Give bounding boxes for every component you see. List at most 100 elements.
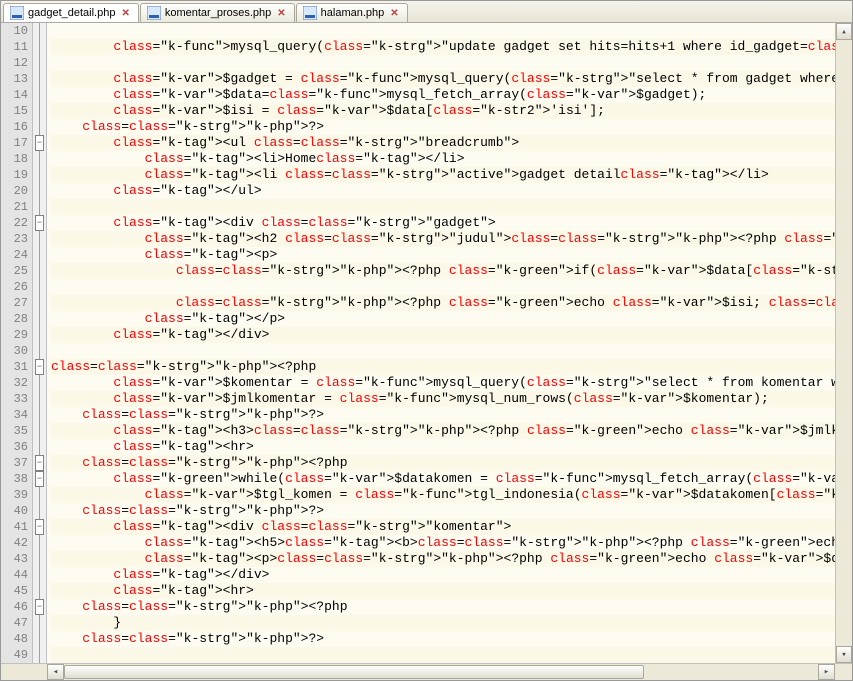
- code-line[interactable]: class="k-tag"><div class=class="k-strg">…: [51, 519, 835, 535]
- code-line[interactable]: class="k-tag"></div>: [51, 327, 835, 343]
- code-line[interactable]: class=class="k-strg">"k-php">?>: [51, 631, 835, 647]
- horizontal-scrollbar[interactable]: ◂ ▸: [47, 664, 852, 680]
- code-line[interactable]: class="k-var">$tgl_komen = class="k-func…: [51, 487, 835, 503]
- scroll-track[interactable]: [64, 664, 818, 680]
- fold-guide: [39, 487, 40, 503]
- line-number: 23: [1, 231, 28, 247]
- code-line[interactable]: class="k-var">$isi = class="k-var">$data…: [51, 103, 835, 119]
- code-line[interactable]: class=class="k-strg">"k-php">?>: [51, 407, 835, 423]
- code-line[interactable]: class="k-tag"><p>class=class="k-strg">"k…: [51, 551, 835, 567]
- code-line[interactable]: class=class="k-strg">"k-php"><?php: [51, 599, 835, 615]
- fold-guide: [39, 23, 40, 39]
- fold-guide: [39, 375, 40, 391]
- code-line[interactable]: [51, 279, 835, 295]
- line-number: 49: [1, 647, 28, 663]
- code-line[interactable]: class="k-var">$komentar = class="k-func"…: [51, 375, 835, 391]
- code-line[interactable]: class="k-tag"></div>: [51, 567, 835, 583]
- code-line[interactable]: class=class="k-strg">"k-php">?>: [51, 503, 835, 519]
- code-line[interactable]: class="k-var">$data=class="k-func">mysql…: [51, 87, 835, 103]
- fold-guide: [39, 551, 40, 567]
- close-icon[interactable]: ✕: [388, 8, 400, 19]
- line-number: 38: [1, 471, 28, 487]
- fold-guide: [39, 279, 40, 295]
- tab-label: gadget_detail.php: [28, 7, 115, 19]
- code-line[interactable]: class="k-tag"><li class=class="k-strg">"…: [51, 167, 835, 183]
- scroll-up-button[interactable]: ▴: [836, 23, 852, 40]
- code-line[interactable]: class="k-tag"><div class=class="k-strg">…: [51, 215, 835, 231]
- fold-guide: [39, 535, 40, 551]
- code-line[interactable]: class="k-tag"></p>: [51, 311, 835, 327]
- code-line[interactable]: class=class="k-strg">"k-php"><?php class…: [51, 263, 835, 279]
- scroll-track[interactable]: [836, 40, 852, 646]
- code-line[interactable]: class="k-tag"><ul class=class="k-strg">"…: [51, 135, 835, 151]
- fold-toggle[interactable]: −: [35, 599, 44, 615]
- line-number: 30: [1, 343, 28, 359]
- fold-toggle[interactable]: −: [35, 471, 44, 487]
- fold-guide: [39, 39, 40, 55]
- fold-guide: [39, 615, 40, 631]
- scroll-down-button[interactable]: ▾: [836, 646, 852, 663]
- tab-halaman[interactable]: halaman.php ✕: [296, 3, 408, 22]
- fold-toggle[interactable]: −: [35, 519, 44, 535]
- code-line[interactable]: class="k-tag"><h3>class=class="k-strg">"…: [51, 423, 835, 439]
- line-number: 28: [1, 311, 28, 327]
- code-line[interactable]: class="k-tag"><h2 class=class="k-strg">"…: [51, 231, 835, 247]
- code-line[interactable]: class="k-var">$jmlkomentar = class="k-fu…: [51, 391, 835, 407]
- code-line[interactable]: class=class="k-strg">"k-php"><?php class…: [51, 295, 835, 311]
- code-line[interactable]: class="k-tag"><hr>: [51, 439, 835, 455]
- php-file-icon: [10, 6, 24, 20]
- fold-toggle[interactable]: −: [35, 359, 44, 375]
- fold-guide: [39, 391, 40, 407]
- code-line[interactable]: [51, 55, 835, 71]
- scroll-right-button[interactable]: ▸: [818, 664, 835, 680]
- line-number: 19: [1, 167, 28, 183]
- fold-guide: [39, 295, 40, 311]
- vertical-scrollbar[interactable]: ▴ ▾: [835, 23, 852, 663]
- tab-gadget-detail[interactable]: gadget_detail.php ✕: [3, 3, 139, 22]
- close-icon[interactable]: ✕: [275, 8, 287, 19]
- code-line[interactable]: class="k-func">mysql_query(class="k-strg…: [51, 39, 835, 55]
- close-icon[interactable]: ✕: [119, 8, 131, 19]
- code-line[interactable]: class="k-green">while(class="k-var">$dat…: [51, 471, 835, 487]
- tab-label: komentar_proses.php: [165, 7, 271, 19]
- fold-guide: [39, 263, 40, 279]
- line-number: 45: [1, 583, 28, 599]
- fold-guide: [39, 183, 40, 199]
- code-line[interactable]: [51, 343, 835, 359]
- line-number: 48: [1, 631, 28, 647]
- code-line[interactable]: class=class="k-strg">"k-php"><?php: [51, 455, 835, 471]
- code-line[interactable]: class="k-tag"><hr>: [51, 583, 835, 599]
- fold-toggle[interactable]: −: [35, 215, 44, 231]
- tab-komentar-proses[interactable]: komentar_proses.php ✕: [140, 3, 295, 22]
- code-line[interactable]: class=class="k-strg">"k-php">?>: [51, 119, 835, 135]
- line-number: 39: [1, 487, 28, 503]
- line-number: 42: [1, 535, 28, 551]
- fold-guide: [39, 343, 40, 359]
- editor-window: gadget_detail.php ✕ komentar_proses.php …: [0, 0, 853, 681]
- fold-guide: [39, 583, 40, 599]
- code-view[interactable]: class="k-func">mysql_query(class="k-strg…: [47, 23, 835, 663]
- fold-guide: [39, 119, 40, 135]
- code-line[interactable]: class=class="k-strg">"k-php"><?php: [51, 359, 835, 375]
- fold-guide: [39, 167, 40, 183]
- code-line[interactable]: }: [51, 615, 835, 631]
- fold-toggle[interactable]: −: [35, 455, 44, 471]
- line-number: 14: [1, 87, 28, 103]
- fold-toggle[interactable]: −: [35, 135, 44, 151]
- code-line[interactable]: class="k-tag"><li>Homeclass="k-tag"></li…: [51, 151, 835, 167]
- line-number: 20: [1, 183, 28, 199]
- fold-guide: [39, 55, 40, 71]
- scroll-thumb[interactable]: [64, 665, 644, 679]
- horizontal-scrollbar-wrap: ◂ ▸: [1, 663, 852, 680]
- code-line[interactable]: [51, 647, 835, 663]
- code-line[interactable]: [51, 199, 835, 215]
- line-number: 27: [1, 295, 28, 311]
- code-line[interactable]: class="k-var">$gadget = class="k-func">m…: [51, 71, 835, 87]
- code-line[interactable]: class="k-tag"><h5>class="k-tag"><b>class…: [51, 535, 835, 551]
- fold-guide: [39, 327, 40, 343]
- scroll-left-button[interactable]: ◂: [47, 664, 64, 680]
- line-number: 34: [1, 407, 28, 423]
- code-line[interactable]: class="k-tag"></ul>: [51, 183, 835, 199]
- code-line[interactable]: [51, 23, 835, 39]
- code-line[interactable]: class="k-tag"><p>: [51, 247, 835, 263]
